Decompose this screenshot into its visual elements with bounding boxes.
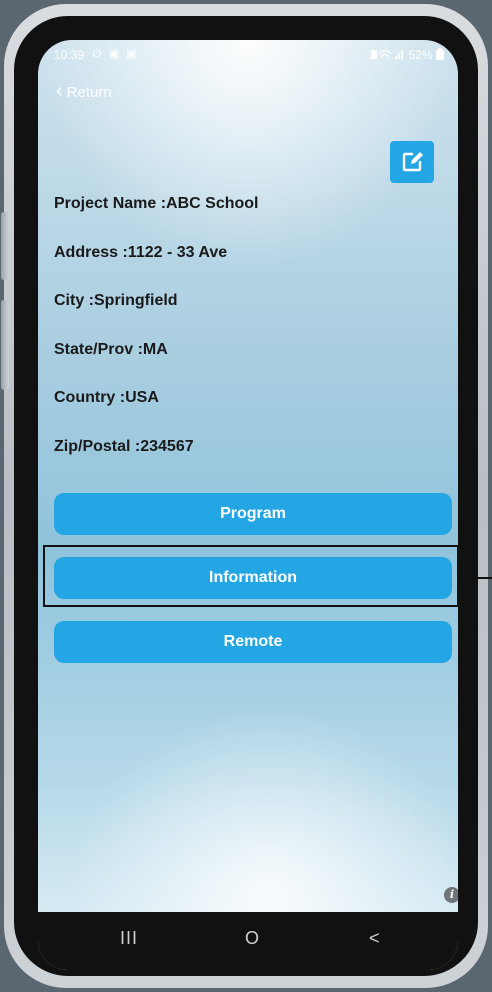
notification-icons: ∅ ▣ ▣ · — [92, 48, 150, 60]
status-time: 10:39 — [54, 48, 85, 62]
return-label: Return — [66, 84, 112, 101]
system-nav-bar: III O < — [38, 912, 458, 970]
back-button[interactable]: < — [369, 928, 380, 949]
status-right: 52% — [371, 48, 444, 62]
project-name-row: Project Name :ABC School — [54, 195, 259, 212]
information-highlight-box — [43, 545, 459, 607]
country-row: Country :USA — [54, 389, 159, 406]
return-link[interactable]: ‹ Return — [56, 80, 112, 102]
power-button — [1, 300, 9, 390]
chevron-left-icon: ‹ — [56, 80, 63, 102]
zip-row: Zip/Postal :234567 — [54, 438, 194, 455]
battery-icon — [436, 48, 444, 60]
edit-icon — [402, 152, 423, 172]
callout-line — [459, 577, 492, 579]
status-bar: 10:39 ∅ ▣ ▣ · 52% — [38, 40, 458, 74]
edit-button[interactable] — [390, 141, 434, 183]
address-row: Address :1122 - 33 Ave — [54, 244, 228, 261]
recent-apps-button[interactable]: III — [120, 928, 138, 949]
info-icon[interactable]: i — [444, 887, 458, 903]
home-button[interactable]: O — [245, 928, 259, 949]
remote-button[interactable]: Remote — [54, 621, 452, 663]
program-button[interactable]: Program — [54, 493, 452, 535]
signal-wifi-icon — [371, 49, 404, 59]
state-row: State/Prov :MA — [54, 341, 168, 358]
volume-button — [1, 212, 9, 280]
city-row: City :Springfield — [54, 292, 178, 309]
app-screen: 10:39 ∅ ▣ ▣ · 52% ‹ Return Project Name … — [38, 40, 458, 970]
battery-percent: 52% — [408, 48, 433, 62]
